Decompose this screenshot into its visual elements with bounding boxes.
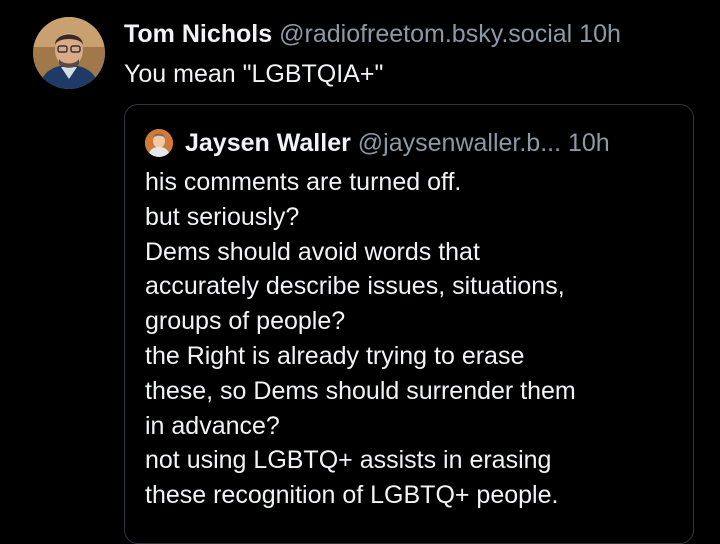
quote-text: his comments are turned off. but serious… bbox=[145, 165, 685, 513]
post: Tom Nichols @radiofreetom.bsky.social 10… bbox=[0, 0, 720, 544]
post-header: Tom Nichols @radiofreetom.bsky.social 10… bbox=[124, 17, 621, 51]
author-handle[interactable]: @radiofreetom.bsky.social bbox=[279, 20, 572, 48]
author-display-name[interactable]: Tom Nichols bbox=[124, 20, 272, 48]
quote-text-line: groups of people? bbox=[145, 307, 346, 336]
quote-text-line: in advance? bbox=[145, 411, 280, 440]
person-photo-avatar-icon bbox=[145, 129, 173, 157]
quote-author-handle: @jaysenwaller.b... bbox=[357, 129, 562, 157]
quote-author-avatar bbox=[145, 129, 173, 157]
quote-text-line: accurately describe issues, situations, bbox=[145, 272, 565, 301]
post-text: You mean "LGBTQIA+" bbox=[124, 60, 384, 88]
post-timestamp[interactable]: 10h bbox=[579, 20, 621, 48]
quote-text-line: Dems should avoid words that bbox=[145, 237, 480, 266]
quote-text-line: but seriously? bbox=[145, 202, 300, 231]
quote-header: Jaysen Waller @jaysenwaller.b... 10h bbox=[185, 126, 610, 160]
quote-post-card[interactable]: Jaysen Waller @jaysenwaller.b... 10h his… bbox=[124, 104, 694, 544]
quote-author-display-name: Jaysen Waller bbox=[185, 129, 351, 157]
quote-text-line: not using LGBTQ+ assists in erasing bbox=[145, 446, 552, 475]
quote-text-line: the Right is already trying to erase bbox=[145, 341, 525, 370]
person-photo-avatar-icon bbox=[33, 17, 105, 89]
author-avatar[interactable] bbox=[33, 17, 105, 89]
quote-text-line: his comments are turned off. bbox=[145, 168, 462, 196]
quote-timestamp: 10h bbox=[568, 129, 610, 157]
quote-text-line: these, so Dems should surrender them bbox=[145, 376, 576, 405]
quote-text-line: these recognition of LGBTQ+ people. bbox=[145, 481, 559, 510]
